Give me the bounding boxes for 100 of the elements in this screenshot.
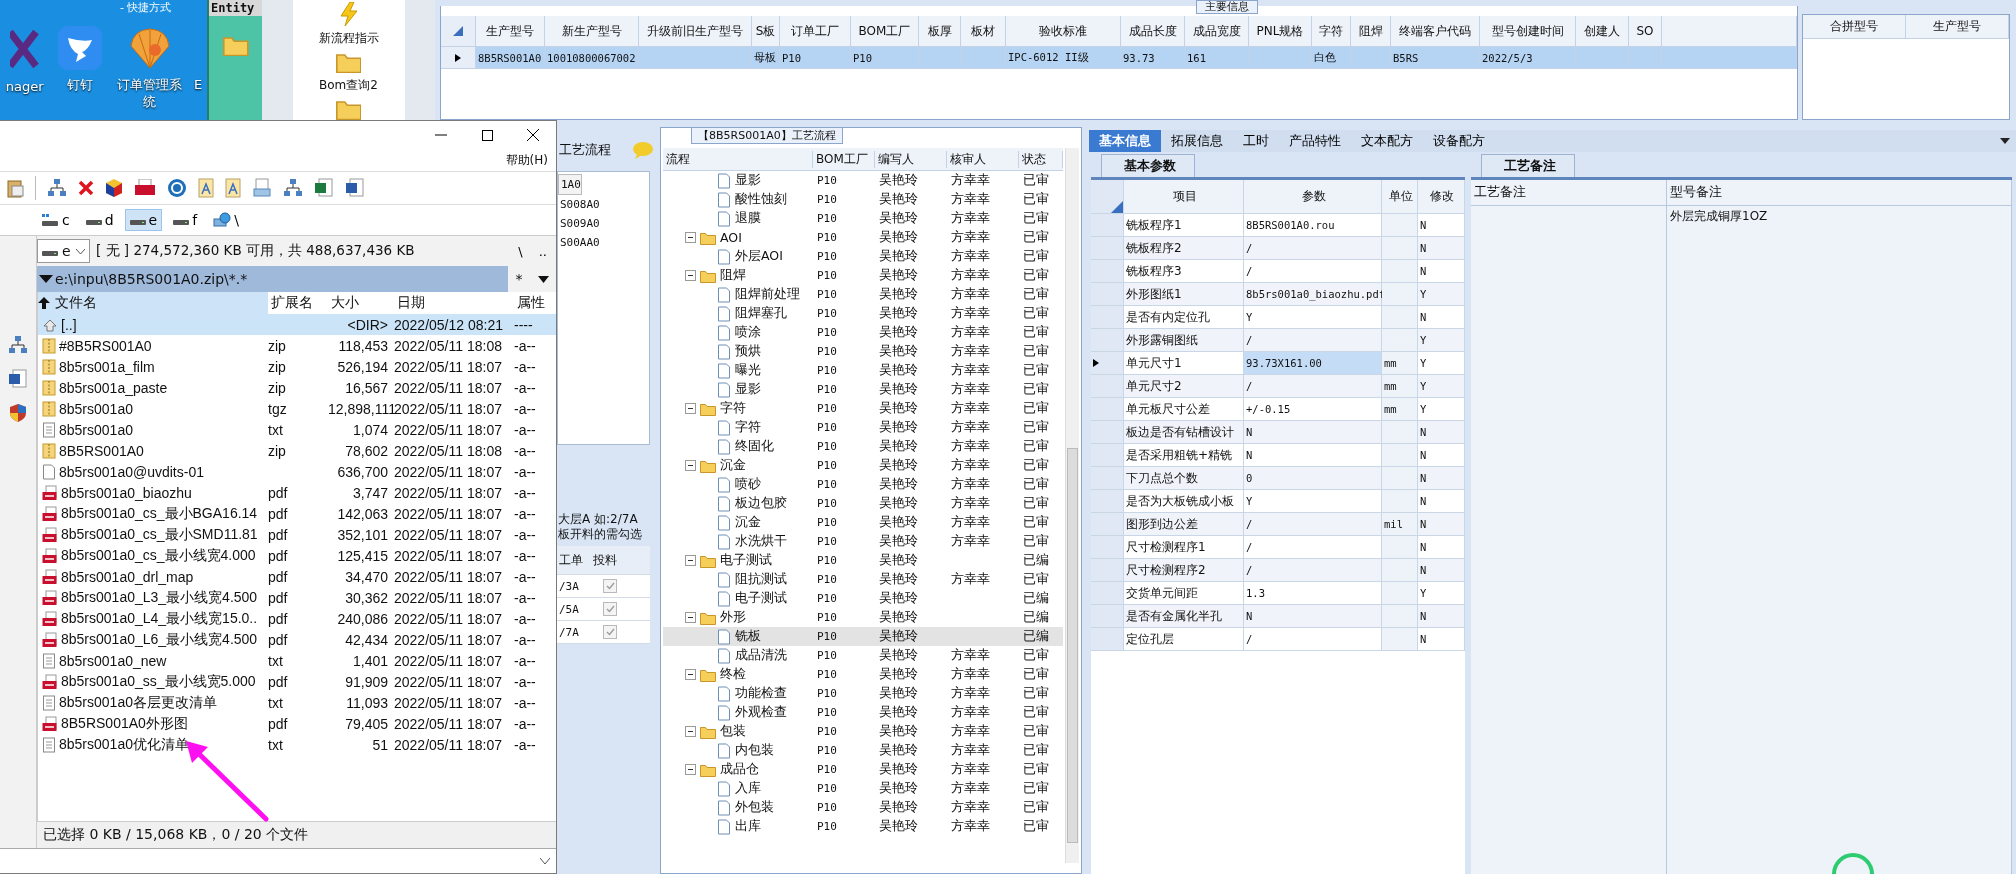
tree-row[interactable]: 外观检查 P10 吴艳玲 方幸幸 已审 — [663, 703, 1063, 722]
drive-button[interactable]: e — [124, 209, 163, 231]
collapse-icon[interactable] — [685, 612, 696, 623]
drive-button[interactable]: f — [168, 209, 203, 231]
shield-icon[interactable] — [9, 403, 27, 423]
collapse-icon[interactable] — [685, 270, 696, 281]
table-row[interactable]: 外形露铜图纸 / Y — [1091, 329, 1465, 352]
tree-row[interactable]: 内包装 P10 吴艳玲 方幸幸 已审 — [663, 741, 1063, 760]
table-row[interactable]: 是否有金属化半孔 N N — [1091, 605, 1465, 628]
file-row[interactable]: 8B5RS001A0 zip 78,602 2022/05/11 18:08 -a-- — [38, 440, 556, 461]
file-row[interactable]: 8b5rs001a0_biaozhu pdf 3,747 2022/05/11 18:07 -a-- — [38, 482, 556, 503]
tree-row[interactable]: 显影 P10 吴艳玲 方幸幸 已审 — [663, 171, 1063, 190]
tree-row[interactable]: 阻焊 P10 吴艳玲 方幸幸 已审 — [663, 266, 1063, 285]
column-header[interactable]: 单位 — [1382, 180, 1418, 213]
launcher-item[interactable]: Bom查询2 — [319, 77, 378, 95]
cube-icon[interactable] — [105, 178, 123, 198]
tab[interactable]: 工时 — [1233, 130, 1279, 152]
tree-row[interactable]: 包装 P10 吴艳玲 方幸幸 已审 — [663, 722, 1063, 741]
network-icon[interactable] — [283, 178, 303, 198]
tab[interactable]: 设备配方 — [1423, 130, 1495, 152]
column-header[interactable]: 工艺备注 — [1471, 180, 1667, 206]
tree-row[interactable]: 水洗烘干 P10 吴艳玲 方幸幸 已审 — [663, 532, 1063, 551]
file-row[interactable]: 8b5rs001a0@uvdits-01 636,700 2022/05/11 18:07 -a-- — [38, 461, 556, 482]
tree-row[interactable]: 阻焊前处理 P10 吴艳玲 方幸幸 已审 — [663, 285, 1063, 304]
column-header[interactable]: 投料 — [591, 551, 631, 569]
drive-button[interactable]: d — [80, 209, 119, 231]
file-row[interactable]: 8b5rs001a0 txt 1,074 2022/05/11 18:07 -a-- — [38, 419, 556, 440]
tree-row[interactable]: 曝光 P10 吴艳玲 方幸幸 已审 — [663, 361, 1063, 380]
tree-row[interactable]: 喷涂 P10 吴艳玲 方幸幸 已审 — [663, 323, 1063, 342]
collapse-icon[interactable] — [685, 726, 696, 737]
launcher-item[interactable]: 新流程指示 — [318, 30, 379, 47]
tree-row[interactable]: 终检 P10 吴艳玲 方幸幸 已审 — [663, 665, 1063, 684]
file-row[interactable]: [..] <DIR> 2022/05/12 08:21 ---- — [38, 314, 556, 335]
menu-item[interactable]: 帮助(H) — [505, 151, 548, 169]
tree-row[interactable]: 字符 P10 吴艳玲 方幸幸 已审 — [663, 418, 1063, 437]
text-document-icon[interactable] — [225, 178, 241, 198]
file-row[interactable]: 8b5rs001a0_new txt 1,401 2022/05/11 18:07 -a-- — [38, 650, 556, 671]
icon-label[interactable]: E — [194, 76, 203, 93]
file-row[interactable]: 8b5rs001a0_L4_最小线宽15.0.. pdf 240,086 2022/05/11 18:07 -a-- — [38, 608, 556, 629]
drive-button[interactable]: c — [36, 209, 75, 231]
column-header[interactable]: 扩展名 — [268, 294, 328, 312]
word-document-icon[interactable] — [345, 178, 365, 198]
tree-row[interactable]: 电子测试 P10 吴艳玲 已编 — [663, 589, 1063, 608]
drive-dropdown[interactable]: e — [37, 239, 90, 263]
drive-button[interactable]: \ — [208, 209, 244, 231]
delete-icon[interactable] — [78, 180, 94, 196]
column-header[interactable]: 成品长度 — [1121, 16, 1185, 47]
table-row[interactable]: 图形到边公差 / mil N — [1091, 513, 1465, 536]
table-cell[interactable]: N — [1244, 421, 1382, 443]
collapse-icon[interactable] — [685, 460, 696, 471]
file-row[interactable]: 8b5rs001a0_ss_最小线宽5.000 pdf 91,909 2022/05/11 18:07 -a-- — [38, 671, 556, 692]
column-header[interactable]: 型号创建时间 — [1480, 16, 1576, 47]
tree-row[interactable]: 成品仓 P10 吴艳玲 方幸幸 已审 — [663, 760, 1063, 779]
column-header[interactable]: 合拼型号 — [1803, 15, 1906, 39]
tree-row[interactable]: 外形 P10 吴艳玲 已编 — [663, 608, 1063, 627]
tree-row[interactable]: 入库 P10 吴艳玲 方幸幸 已审 — [663, 779, 1063, 798]
filter-button[interactable]: * — [515, 271, 523, 287]
panel-tab[interactable]: 工艺备注 — [1481, 154, 1575, 177]
tree-row[interactable]: 喷砂 P10 吴艳玲 方幸幸 已审 — [663, 475, 1063, 494]
nav-button[interactable]: \ — [513, 240, 528, 262]
dropdown-caret-icon[interactable] — [537, 275, 549, 283]
column-header[interactable]: 状态 — [1019, 150, 1063, 168]
column-header[interactable]: 板厚 — [919, 16, 961, 47]
column-header[interactable]: BOM工厂 — [813, 150, 875, 168]
table-row[interactable]: 8B5RS001A0 10010800067002 母板 P10 P10 IPC-6012 II级 93.73 161 白色 B5RS 2022/5/3 — [441, 47, 1797, 69]
column-header[interactable]: 项目 — [1124, 180, 1244, 213]
column-header[interactable]: 编写人 — [875, 150, 947, 168]
column-header[interactable]: 创建人 — [1576, 16, 1629, 47]
column-header[interactable]: 参数 — [1244, 180, 1382, 213]
column-header[interactable]: 板材 — [961, 16, 1006, 47]
column-header[interactable]: 生产型号 — [1906, 15, 2009, 39]
network-icon[interactable] — [8, 335, 28, 355]
checkbox[interactable] — [603, 602, 617, 616]
column-header[interactable]: 新生产型号 — [545, 16, 639, 47]
table-row[interactable]: 外形图纸1 8b5rs001a0_biaozhu.pdf Y — [1091, 283, 1465, 306]
column-header[interactable]: 阻焊 — [1351, 16, 1391, 47]
tab[interactable]: 产品特性 — [1279, 130, 1351, 152]
table-row[interactable]: 单元尺寸2 / mm Y — [1091, 375, 1465, 398]
file-row[interactable]: 8b5rs001a0优化清单 txt 51 2022/05/11 18:07 -a-- — [38, 734, 556, 755]
column-header[interactable]: S板 — [752, 16, 780, 47]
collapse-icon[interactable] — [685, 403, 696, 414]
scrollbar[interactable] — [1065, 148, 1079, 863]
column-header[interactable]: 生产型号 — [476, 16, 545, 47]
table-row[interactable]: 单元尺寸1 93.73X161.00 mm Y — [1091, 352, 1465, 375]
file-row[interactable]: 8b5rs001a_paste zip 16,567 2022/05/11 18:07 -a-- — [38, 377, 556, 398]
column-header[interactable]: 属性 — [514, 294, 556, 312]
table-row[interactable]: 下刀点总个数 0 N — [1091, 467, 1465, 490]
checkbox[interactable] — [603, 625, 617, 639]
column-header[interactable]: 型号备注 — [1667, 180, 2012, 206]
file-row[interactable]: 8b5rs001a0_cs_最小BGA16.14 pdf 142,063 2022/05/11 18:07 -a-- — [38, 503, 556, 524]
table-cell[interactable]: / — [1244, 237, 1382, 259]
table-cell[interactable]: 8b5rs001a0_biaozhu.pdf — [1244, 283, 1382, 305]
file-row[interactable]: 8b5rs001a0_cs_最小SMD11.81 pdf 352,101 2022/05/11 18:07 -a-- — [38, 524, 556, 545]
tree-row[interactable]: 阻抗测试 P10 吴艳玲 方幸幸 已审 — [663, 570, 1063, 589]
spreadsheet-icon[interactable] — [314, 178, 334, 198]
dropdown-caret-icon[interactable] — [2000, 138, 2010, 144]
column-header[interactable]: 流程 — [663, 150, 813, 168]
table-row[interactable]: 尺寸检测程序2 / N — [1091, 559, 1465, 582]
file-row[interactable]: 8B5RS001A0外形图 pdf 79,405 2022/05/11 18:07 -a-- — [38, 713, 556, 734]
collapse-icon[interactable] — [685, 764, 696, 775]
